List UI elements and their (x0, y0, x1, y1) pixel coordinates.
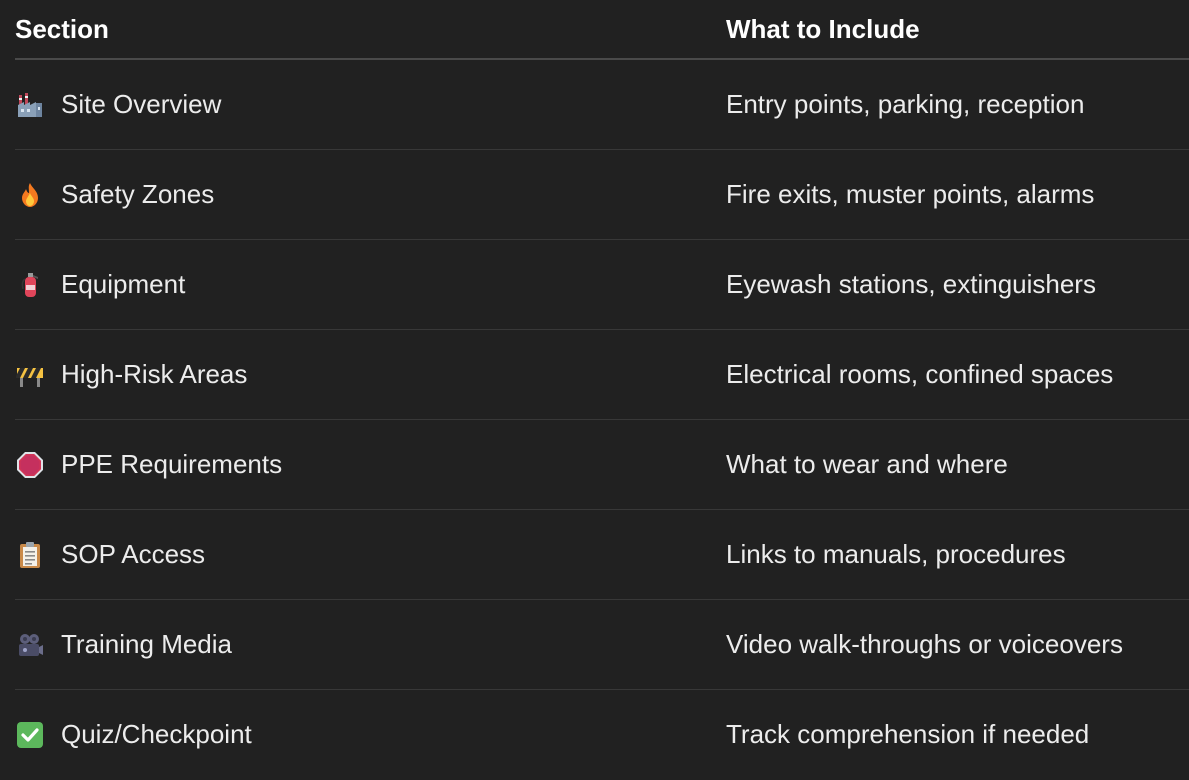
table-row: Training Media Video walk-throughs or vo… (15, 600, 1189, 690)
section-label: Quiz/Checkpoint (61, 719, 252, 749)
factory-icon (15, 90, 45, 120)
include-cell: Eyewash stations, extinguishers (726, 269, 1096, 299)
header-section: Section (15, 13, 109, 44)
section-cell: Quiz/Checkpoint (15, 719, 726, 750)
stop-sign-icon (15, 450, 45, 480)
section-label: High-Risk Areas (61, 359, 248, 389)
movie-camera-icon (15, 630, 45, 660)
include-cell: Electrical rooms, confined spaces (726, 359, 1114, 389)
section-label: Site Overview (61, 89, 222, 119)
fire-icon (15, 180, 45, 210)
clipboard-icon (15, 540, 45, 570)
section-cell: Equipment (15, 269, 726, 300)
table-row: PPE Requirements What to wear and where (15, 420, 1189, 510)
section-cell: High-Risk Areas (15, 359, 726, 390)
section-label: PPE Requirements (61, 449, 283, 479)
section-cell: Site Overview (15, 89, 726, 120)
section-label: SOP Access (61, 539, 206, 569)
section-cell: Training Media (15, 629, 726, 660)
section-label: Training Media (61, 629, 233, 659)
table-row: Equipment Eyewash stations, extinguisher… (15, 240, 1189, 330)
header-what-to-include: What to Include (726, 13, 920, 44)
construction-barrier-icon (15, 360, 45, 390)
include-cell: Video walk-throughs or voiceovers (726, 629, 1123, 659)
section-label: Safety Zones (61, 179, 215, 209)
section-cell: PPE Requirements (15, 449, 726, 480)
table-row: Safety Zones Fire exits, muster points, … (15, 150, 1189, 240)
include-cell: Entry points, parking, reception (726, 89, 1085, 119)
table-header-row: Section What to Include (15, 0, 1189, 60)
table-row: High-Risk Areas Electrical rooms, confin… (15, 330, 1189, 420)
table-row: Site Overview Entry points, parking, rec… (15, 60, 1189, 150)
include-cell: What to wear and where (726, 449, 1008, 479)
include-cell: Track comprehension if needed (726, 719, 1090, 749)
include-cell: Fire exits, muster points, alarms (726, 179, 1095, 209)
section-label: Equipment (61, 269, 186, 299)
sections-table: Section What to Include Site Overview En… (15, 0, 1189, 779)
section-cell: SOP Access (15, 539, 726, 570)
section-cell: Safety Zones (15, 179, 726, 210)
fire-extinguisher-icon (15, 270, 45, 300)
table-row: SOP Access Links to manuals, procedures (15, 510, 1189, 600)
include-cell: Links to manuals, procedures (726, 539, 1066, 569)
check-mark-button-icon (15, 720, 45, 750)
table-row: Quiz/Checkpoint Track comprehension if n… (15, 690, 1189, 779)
